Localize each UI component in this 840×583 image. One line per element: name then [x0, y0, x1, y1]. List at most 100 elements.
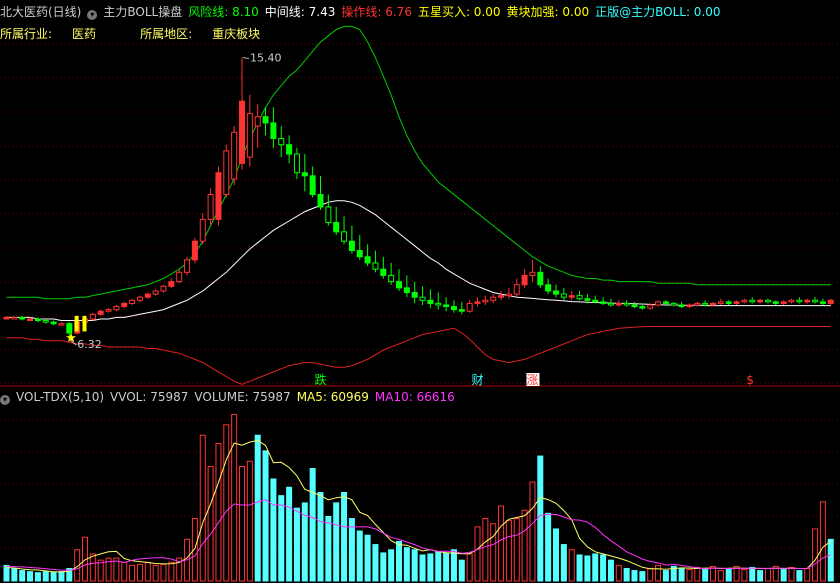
volume-bar: [804, 568, 811, 582]
volume-bar: [58, 571, 65, 582]
candle-body: [293, 153, 300, 174]
candle-body: [545, 284, 552, 292]
volume-bar: [796, 570, 803, 582]
candle-body: [301, 172, 308, 177]
volume-bar: [819, 501, 826, 582]
volume-bar: [741, 569, 748, 582]
volume-bar: [521, 509, 528, 582]
candle-body: [553, 290, 559, 295]
volume-bar: [215, 443, 222, 582]
candle-body: [121, 302, 128, 308]
candle-body: [710, 302, 716, 306]
volume-bar: [678, 568, 685, 582]
candle-body: [325, 206, 332, 224]
candle-body: [631, 304, 638, 308]
candle-body: [490, 296, 497, 301]
candle-body: [804, 299, 811, 303]
volume-bar: [309, 468, 316, 582]
volume-bar: [341, 492, 348, 582]
candle-body: [607, 302, 614, 306]
volume-bar: [129, 564, 136, 582]
candle-body: [733, 301, 740, 304]
volume-bar: [600, 554, 607, 582]
volume-header: ▾ VOL-TDX(5,10) VVOL: 75987 VOLUME: 75987 MA…: [0, 390, 461, 405]
volume-bar: [372, 544, 379, 582]
candle-body: [42, 320, 49, 323]
candle-body: [184, 259, 191, 273]
candle-body: [796, 299, 803, 303]
price-panel[interactable]: 15.40 6.32★ 跌 财 涨 $: [3, 25, 834, 387]
candle-body: [592, 299, 599, 303]
volume-bar: [498, 505, 505, 582]
candle-body: [482, 299, 489, 303]
candle-body: [341, 231, 348, 242]
volume-bar: [246, 460, 253, 582]
candle-body: [757, 299, 764, 303]
candle-body: [380, 268, 387, 276]
volume-bar: [788, 566, 795, 582]
candle-body: [348, 240, 355, 252]
volume-bar: [827, 538, 834, 582]
volume-bar: [545, 512, 552, 582]
candle-body: [694, 302, 701, 306]
candle-body: [231, 131, 238, 180]
volume-bar: [199, 434, 206, 582]
volume-bar: [19, 570, 26, 582]
candle-body: [27, 318, 34, 321]
volume-bar: [686, 569, 693, 582]
volume-bar: [615, 564, 622, 582]
volume-menu-icon[interactable]: ▾: [0, 395, 10, 405]
candle-body: [356, 250, 363, 258]
volume-bar: [348, 518, 355, 582]
volume-bar: [42, 571, 49, 582]
chart-canvas: 15.40 6.32★ 跌 财 涨 $: [0, 25, 840, 582]
candle-body: [50, 321, 57, 325]
volume-bar: [694, 566, 701, 582]
candle-body: [191, 240, 198, 261]
indicator-menu-icon[interactable]: ▾: [87, 10, 98, 20]
volume-bar: [647, 568, 654, 582]
candle-body: [168, 281, 175, 287]
candle-body: [741, 299, 748, 303]
volume-bar: [427, 553, 434, 582]
candle-body: [89, 313, 96, 320]
volume-indicator-name[interactable]: VOL-TDX(5,10): [16, 390, 104, 404]
stock-name[interactable]: 北大医药(日线): [0, 5, 81, 19]
candle-body: [215, 172, 222, 220]
volume-bar: [278, 495, 285, 582]
volume-bar: [325, 515, 332, 582]
volume-bar: [223, 424, 230, 582]
volume-bar: [702, 568, 709, 582]
candle-body: [450, 306, 457, 311]
volume-bar: [396, 540, 402, 582]
candle-body: [419, 296, 426, 301]
volume-bar: [293, 507, 300, 582]
candle-body: [812, 299, 819, 303]
volume-bar: [254, 434, 261, 582]
sector-info: 所属行业: 医药 所属地区: 重庆板块: [0, 25, 266, 42]
volume-bar: [466, 553, 473, 582]
candle-body: [34, 318, 41, 322]
lower-band-line: [6, 326, 831, 385]
candle-body: [702, 302, 709, 306]
ma5-value: MA5: 60969: [296, 390, 369, 404]
candle-body: [199, 218, 206, 242]
volume-bar: [450, 549, 457, 582]
candle-body: [58, 323, 65, 326]
indicator-name[interactable]: 主力BOLL操盘: [103, 5, 182, 19]
candle-body: [239, 100, 245, 164]
candle-body: [97, 310, 104, 315]
volume-panel[interactable]: [3, 413, 834, 582]
candle-body: [144, 293, 151, 298]
candle-body: [788, 299, 795, 303]
volume-bar: [560, 544, 567, 582]
volume-bar: [411, 549, 418, 582]
volume-bar: [576, 554, 583, 582]
candle-body: [309, 175, 316, 196]
volume-bar: [270, 478, 277, 582]
candle-body: [725, 301, 732, 304]
volume-bar: [655, 564, 662, 582]
candle-body: [584, 298, 591, 301]
middle-line-value: 中间线: 7.43: [264, 5, 336, 19]
volume-bar: [505, 520, 512, 582]
